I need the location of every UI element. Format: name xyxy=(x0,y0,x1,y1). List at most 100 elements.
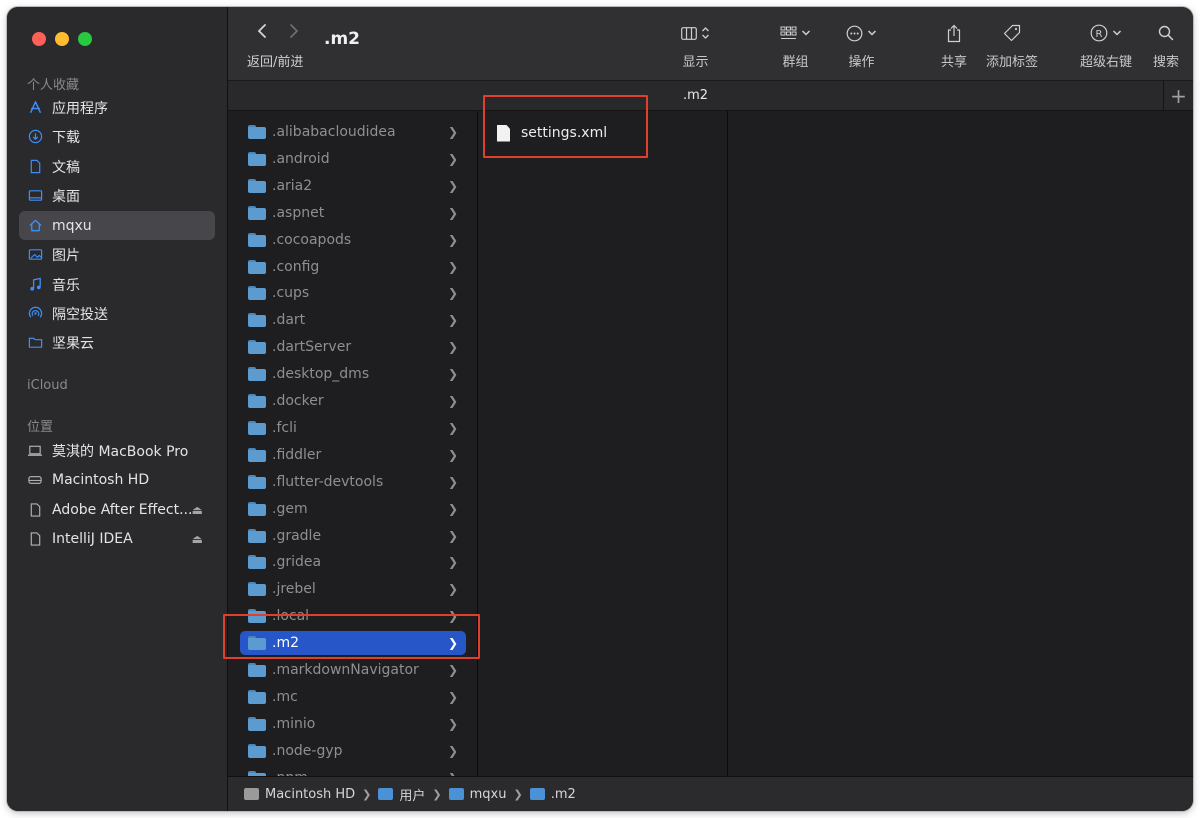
eject-icon[interactable]: ⏏ xyxy=(192,503,203,517)
music-icon xyxy=(27,277,43,293)
folder-row[interactable]: .minio ❯ xyxy=(240,712,466,736)
folder-row[interactable]: .gem ❯ xyxy=(240,497,466,521)
folder-row[interactable]: .npm❯ xyxy=(240,766,466,776)
folder-name: .docker xyxy=(272,393,324,409)
folder-row[interactable]: .mc ❯ xyxy=(240,685,466,709)
search-icon xyxy=(1158,25,1174,41)
sidebar-item-pictures[interactable]: 图片 xyxy=(19,240,215,269)
search-label: 搜索 xyxy=(1153,55,1180,70)
ellipsis-circle-icon xyxy=(846,25,863,41)
path-segment[interactable]: 用户 xyxy=(378,785,425,804)
folder-row[interactable]: .docker ❯ xyxy=(240,389,466,413)
folder-name: .node-gyp xyxy=(272,742,343,759)
folder-icon xyxy=(248,420,266,435)
super-right-click-button[interactable]: R 超级右键 xyxy=(1080,21,1132,70)
new-tab-button[interactable]: + xyxy=(1163,81,1193,111)
folder-row[interactable]: .jrebel ❯ xyxy=(240,577,466,601)
sidebar-item-label: 应用程序 xyxy=(52,100,108,117)
view-button[interactable]: 显示 xyxy=(681,21,710,70)
add-tag-button[interactable]: 添加标签 xyxy=(986,21,1038,70)
path-segment[interactable]: Macintosh HD xyxy=(244,787,355,802)
sidebar-item-intellij-idea[interactable]: IntelliJ IDEA ⏏ xyxy=(19,524,215,553)
sidebar-item-desktop[interactable]: 桌面 xyxy=(19,181,215,210)
chevron-right-icon: ❯ xyxy=(432,787,442,801)
folder-icon xyxy=(248,474,266,489)
download-icon xyxy=(27,129,43,145)
folder-row[interactable]: .aria2 ❯ xyxy=(240,174,466,198)
zoom-button[interactable] xyxy=(78,32,92,46)
chevron-right-icon: ❯ xyxy=(447,259,458,274)
folder-row[interactable]: .fiddler ❯ xyxy=(240,443,466,467)
folder-row[interactable]: .node-gyp ❯ xyxy=(240,739,466,763)
path-segment[interactable]: mqxu xyxy=(448,787,506,802)
chevron-right-icon: ❯ xyxy=(447,716,458,731)
folder-row[interactable]: .markdownNavigator ❯ xyxy=(240,658,466,682)
folder-row[interactable]: .m2 ❯ xyxy=(240,631,466,656)
group-button[interactable]: 群组 xyxy=(780,21,811,70)
folder-row[interactable]: .aspnet ❯ xyxy=(240,201,466,225)
nav-label: 返回/前进 xyxy=(247,55,304,70)
nav-buttons xyxy=(256,23,300,44)
sidebar-item-downloads[interactable]: 下载 xyxy=(19,122,215,151)
folder-row[interactable]: .config ❯ xyxy=(240,255,466,279)
sidebar-item-documents[interactable]: 文稿 xyxy=(19,152,215,181)
folder-row[interactable]: .fcli ❯ xyxy=(240,416,466,440)
sidebar-item-macbook[interactable]: 莫淇的 MacBook Pro xyxy=(19,436,215,465)
sidebar-item-label: 下载 xyxy=(52,129,80,146)
sidebar-item-applications[interactable]: 应用程序 xyxy=(19,93,215,122)
folder-name: .dartServer xyxy=(272,339,352,356)
sidebar-item-mqxu[interactable]: mqxu xyxy=(19,211,215,240)
path-segment-label: Macintosh HD xyxy=(265,786,356,802)
columns-view-icon xyxy=(681,26,697,40)
minimize-button[interactable] xyxy=(55,32,69,46)
folder-icon xyxy=(248,609,266,624)
folder-row[interactable]: .cups ❯ xyxy=(240,281,466,305)
sidebar-item-label: 图片 xyxy=(52,247,80,264)
folder-icon xyxy=(248,125,266,139)
path-bar: Macintosh HD ❯ 用户 ❯ mqxu ❯ .m2 xyxy=(228,776,1193,811)
folder-row[interactable]: .desktop_dms ❯ xyxy=(240,362,466,386)
sidebar-item-music[interactable]: 音乐 xyxy=(19,270,215,299)
folder-row[interactable]: .local ❯ xyxy=(240,604,466,628)
path-segment[interactable]: .m2 xyxy=(529,787,576,802)
sidebar-item-label: 文稿 xyxy=(52,159,80,176)
folder-icon xyxy=(378,788,394,800)
folder-row[interactable]: .gridea ❯ xyxy=(240,550,466,574)
share-button[interactable]: 共享 xyxy=(941,21,967,70)
folder-name: .alibabacloudidea xyxy=(272,124,396,140)
back-button[interactable] xyxy=(256,23,268,44)
chevron-right-icon: ❯ xyxy=(447,474,458,489)
folder-icon xyxy=(248,582,266,597)
folder-row[interactable]: .dartServer ❯ xyxy=(240,335,466,359)
browser-column-2: settings.xml xyxy=(479,111,728,776)
forward-button[interactable] xyxy=(288,23,300,44)
search-button[interactable]: 搜索 xyxy=(1153,21,1179,70)
folder-row[interactable]: .android ❯ xyxy=(240,147,466,171)
folder-name: .android xyxy=(272,150,330,167)
chevron-down-icon xyxy=(801,30,811,36)
sidebar-item-adobe-after-effects[interactable]: Adobe After Effect... ⏏ xyxy=(19,495,215,524)
action-button[interactable]: 操作 xyxy=(846,21,877,70)
registered-icon: R xyxy=(1090,24,1108,42)
chevron-right-icon: ❯ xyxy=(447,420,458,435)
browser-column-3 xyxy=(729,111,1193,776)
folder-icon xyxy=(248,286,266,301)
sidebar-item-jianguoyun[interactable]: 坚果云 xyxy=(19,328,215,357)
folder-row[interactable]: .flutter-devtools ❯ xyxy=(240,470,466,494)
file-item[interactable]: settings.xml xyxy=(497,122,607,144)
folder-row[interactable]: .alibabacloudidea ❯ xyxy=(240,120,466,144)
eject-icon[interactable]: ⏏ xyxy=(192,532,203,546)
sidebar-item-macintosh-hd[interactable]: Macintosh HD xyxy=(19,465,215,494)
close-button[interactable] xyxy=(32,32,46,46)
tab-current[interactable]: .m2 xyxy=(228,88,1163,103)
super-right-click-label: 超级右键 xyxy=(1080,55,1133,70)
folder-name: .fcli xyxy=(272,419,297,436)
chevron-right-icon: ❯ xyxy=(447,205,458,220)
sidebar-item-airdrop[interactable]: 隔空投送 xyxy=(19,299,215,328)
folder-row[interactable]: .cocoapods ❯ xyxy=(240,228,466,252)
folder-row[interactable]: .gradle ❯ xyxy=(240,524,466,548)
share-label: 共享 xyxy=(941,55,968,70)
group-label: 群组 xyxy=(782,55,809,70)
folder-row[interactable]: .dart ❯ xyxy=(240,308,466,332)
folder-icon xyxy=(248,394,266,408)
